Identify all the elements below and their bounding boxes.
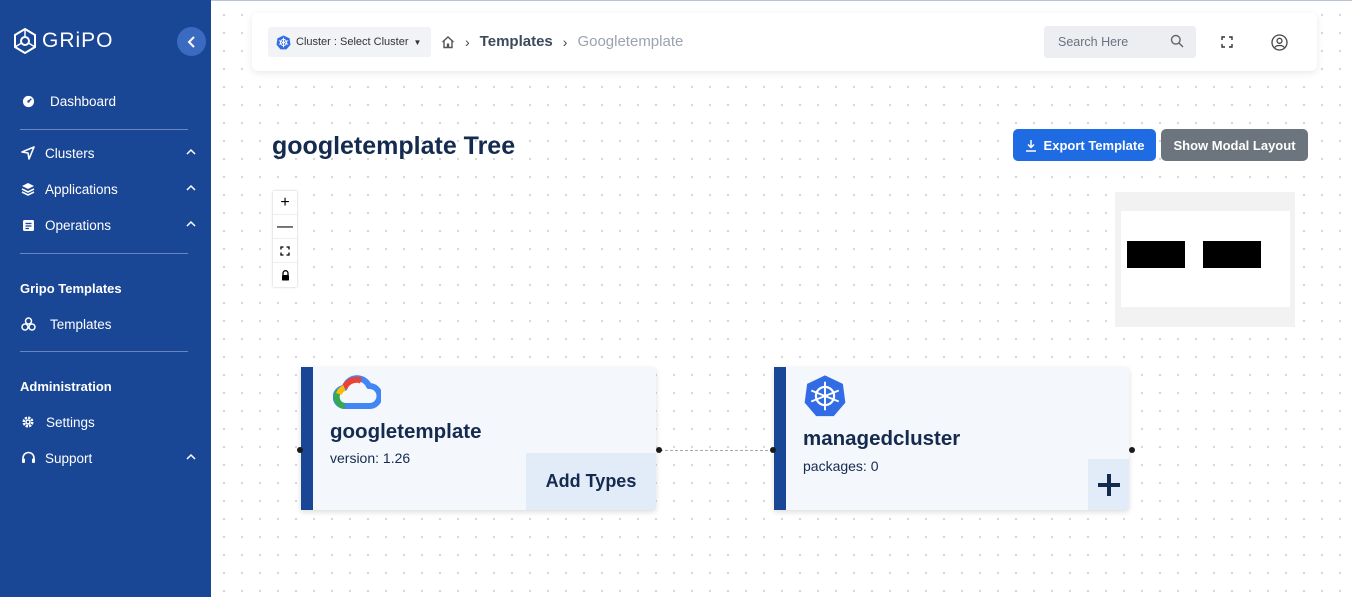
gear-icon	[20, 414, 36, 430]
minus-icon: —	[277, 217, 293, 235]
section-title-administration: Administration	[20, 379, 112, 394]
show-modal-layout-label: Show Modal Layout	[1173, 137, 1296, 153]
add-types-button[interactable]: Add Types	[526, 453, 656, 510]
minimap-node	[1203, 241, 1261, 268]
show-modal-layout-button[interactable]: Show Modal Layout	[1161, 129, 1308, 161]
gripo-logo[interactable]: GRiPO	[12, 28, 114, 54]
breadcrumb-separator: ›	[465, 33, 470, 50]
kubernetes-icon	[804, 375, 846, 417]
node-name: googletemplate	[330, 420, 482, 443]
sidebar-item-support[interactable]: Support	[20, 450, 196, 466]
chevron-up-icon	[186, 145, 196, 160]
caret-down-icon: ▼	[413, 37, 422, 47]
top-bar: Cluster : Select Cluster ▼ › Templates ›…	[252, 13, 1317, 71]
search-placeholder: Search Here	[1058, 35, 1129, 49]
node-handle-right[interactable]	[1129, 447, 1135, 453]
template-node-googletemplate[interactable]: googletemplate version: 1.26 Add Types	[301, 367, 656, 510]
export-template-button[interactable]: Export Template	[1013, 129, 1156, 161]
layers-icon	[20, 181, 36, 197]
fullscreen-icon	[1221, 36, 1233, 48]
section-title-templates: Gripo Templates	[20, 281, 122, 296]
chevron-up-icon	[186, 217, 196, 232]
node-handle-left[interactable]	[297, 447, 303, 453]
fit-view-icon	[280, 245, 290, 256]
divider	[20, 253, 188, 254]
sidebar-item-applications[interactable]: Applications	[20, 181, 196, 197]
minimap[interactable]	[1115, 192, 1295, 327]
minimap-node	[1127, 241, 1185, 268]
breadcrumb: › Templates › Googletemplate	[441, 33, 683, 50]
node-packages: packages: 0	[803, 458, 879, 474]
template-node-managedcluster[interactable]: managedcluster packages: 0	[774, 367, 1129, 510]
search-input[interactable]: Search Here	[1044, 26, 1196, 58]
sidebar-item-label: Operations	[45, 217, 112, 233]
fullscreen-button[interactable]	[1218, 33, 1236, 51]
cluster-select-dropdown[interactable]: Cluster : Select Cluster ▼	[268, 27, 431, 57]
divider	[20, 351, 188, 352]
breadcrumb-separator: ›	[562, 33, 568, 50]
download-icon	[1025, 139, 1036, 152]
user-profile-button[interactable]	[1270, 33, 1288, 51]
dashboard-icon	[20, 93, 36, 109]
fit-view-button[interactable]	[273, 239, 297, 263]
sidebar-item-settings[interactable]: Settings	[20, 414, 196, 430]
chevron-left-icon	[187, 35, 195, 48]
google-cloud-icon	[333, 375, 381, 409]
sidebar-item-label: Clusters	[45, 145, 95, 161]
add-child-button[interactable]	[1088, 459, 1129, 510]
sidebar-item-label: Settings	[46, 414, 95, 430]
chevron-up-icon	[186, 450, 196, 465]
node-edge	[660, 450, 773, 451]
breadcrumb-current: Googletemplate	[577, 33, 684, 50]
home-icon[interactable]	[441, 35, 455, 49]
sidebar-item-label: Templates	[50, 316, 112, 332]
plus-icon: +	[280, 193, 290, 211]
page-title: googletemplate Tree	[272, 132, 516, 160]
document-icon	[20, 217, 36, 233]
gripo-logo-icon	[14, 28, 36, 54]
sidebar-item-dashboard[interactable]: Dashboard	[20, 93, 196, 109]
chevron-up-icon	[186, 181, 196, 196]
node-name: managedcluster	[803, 427, 961, 450]
sidebar-item-clusters[interactable]: Clusters	[20, 145, 196, 161]
divider	[20, 129, 188, 130]
user-circle-icon	[1270, 33, 1288, 51]
zoom-in-button[interactable]: +	[273, 191, 297, 215]
top-border	[211, 0, 1352, 1]
kubernetes-icon	[276, 34, 291, 49]
sidebar-item-label: Support	[45, 450, 93, 466]
plus-icon	[1097, 473, 1120, 496]
node-handle-right[interactable]	[656, 447, 662, 453]
flow-controls: + —	[273, 191, 297, 287]
minimap-viewport	[1121, 211, 1290, 307]
cluster-select-label: Cluster : Select Cluster	[296, 36, 409, 48]
sidebar-item-operations[interactable]: Operations	[20, 217, 196, 233]
sidebar-item-templates[interactable]: Templates	[20, 316, 196, 332]
boxes-icon	[20, 316, 36, 332]
search-icon[interactable]	[1170, 34, 1184, 51]
headset-icon	[20, 450, 36, 466]
breadcrumb-templates[interactable]: Templates	[480, 33, 553, 50]
export-template-label: Export Template	[1043, 137, 1145, 153]
send-icon	[20, 145, 36, 161]
node-version: version: 1.26	[330, 450, 411, 466]
sidebar: GRiPO Dashboard Clusters Applications Op…	[0, 0, 211, 597]
brand-name: GRiPO	[42, 29, 114, 52]
node-handle-left[interactable]	[770, 447, 776, 453]
lock-button[interactable]	[273, 263, 297, 287]
zoom-out-button[interactable]: —	[273, 215, 297, 239]
sidebar-item-label: Applications	[45, 181, 118, 197]
main-canvas: Cluster : Select Cluster ▼ › Templates ›…	[211, 0, 1352, 597]
lock-icon	[281, 269, 289, 280]
collapse-sidebar-button[interactable]	[177, 27, 206, 56]
sidebar-item-label: Dashboard	[50, 93, 117, 109]
